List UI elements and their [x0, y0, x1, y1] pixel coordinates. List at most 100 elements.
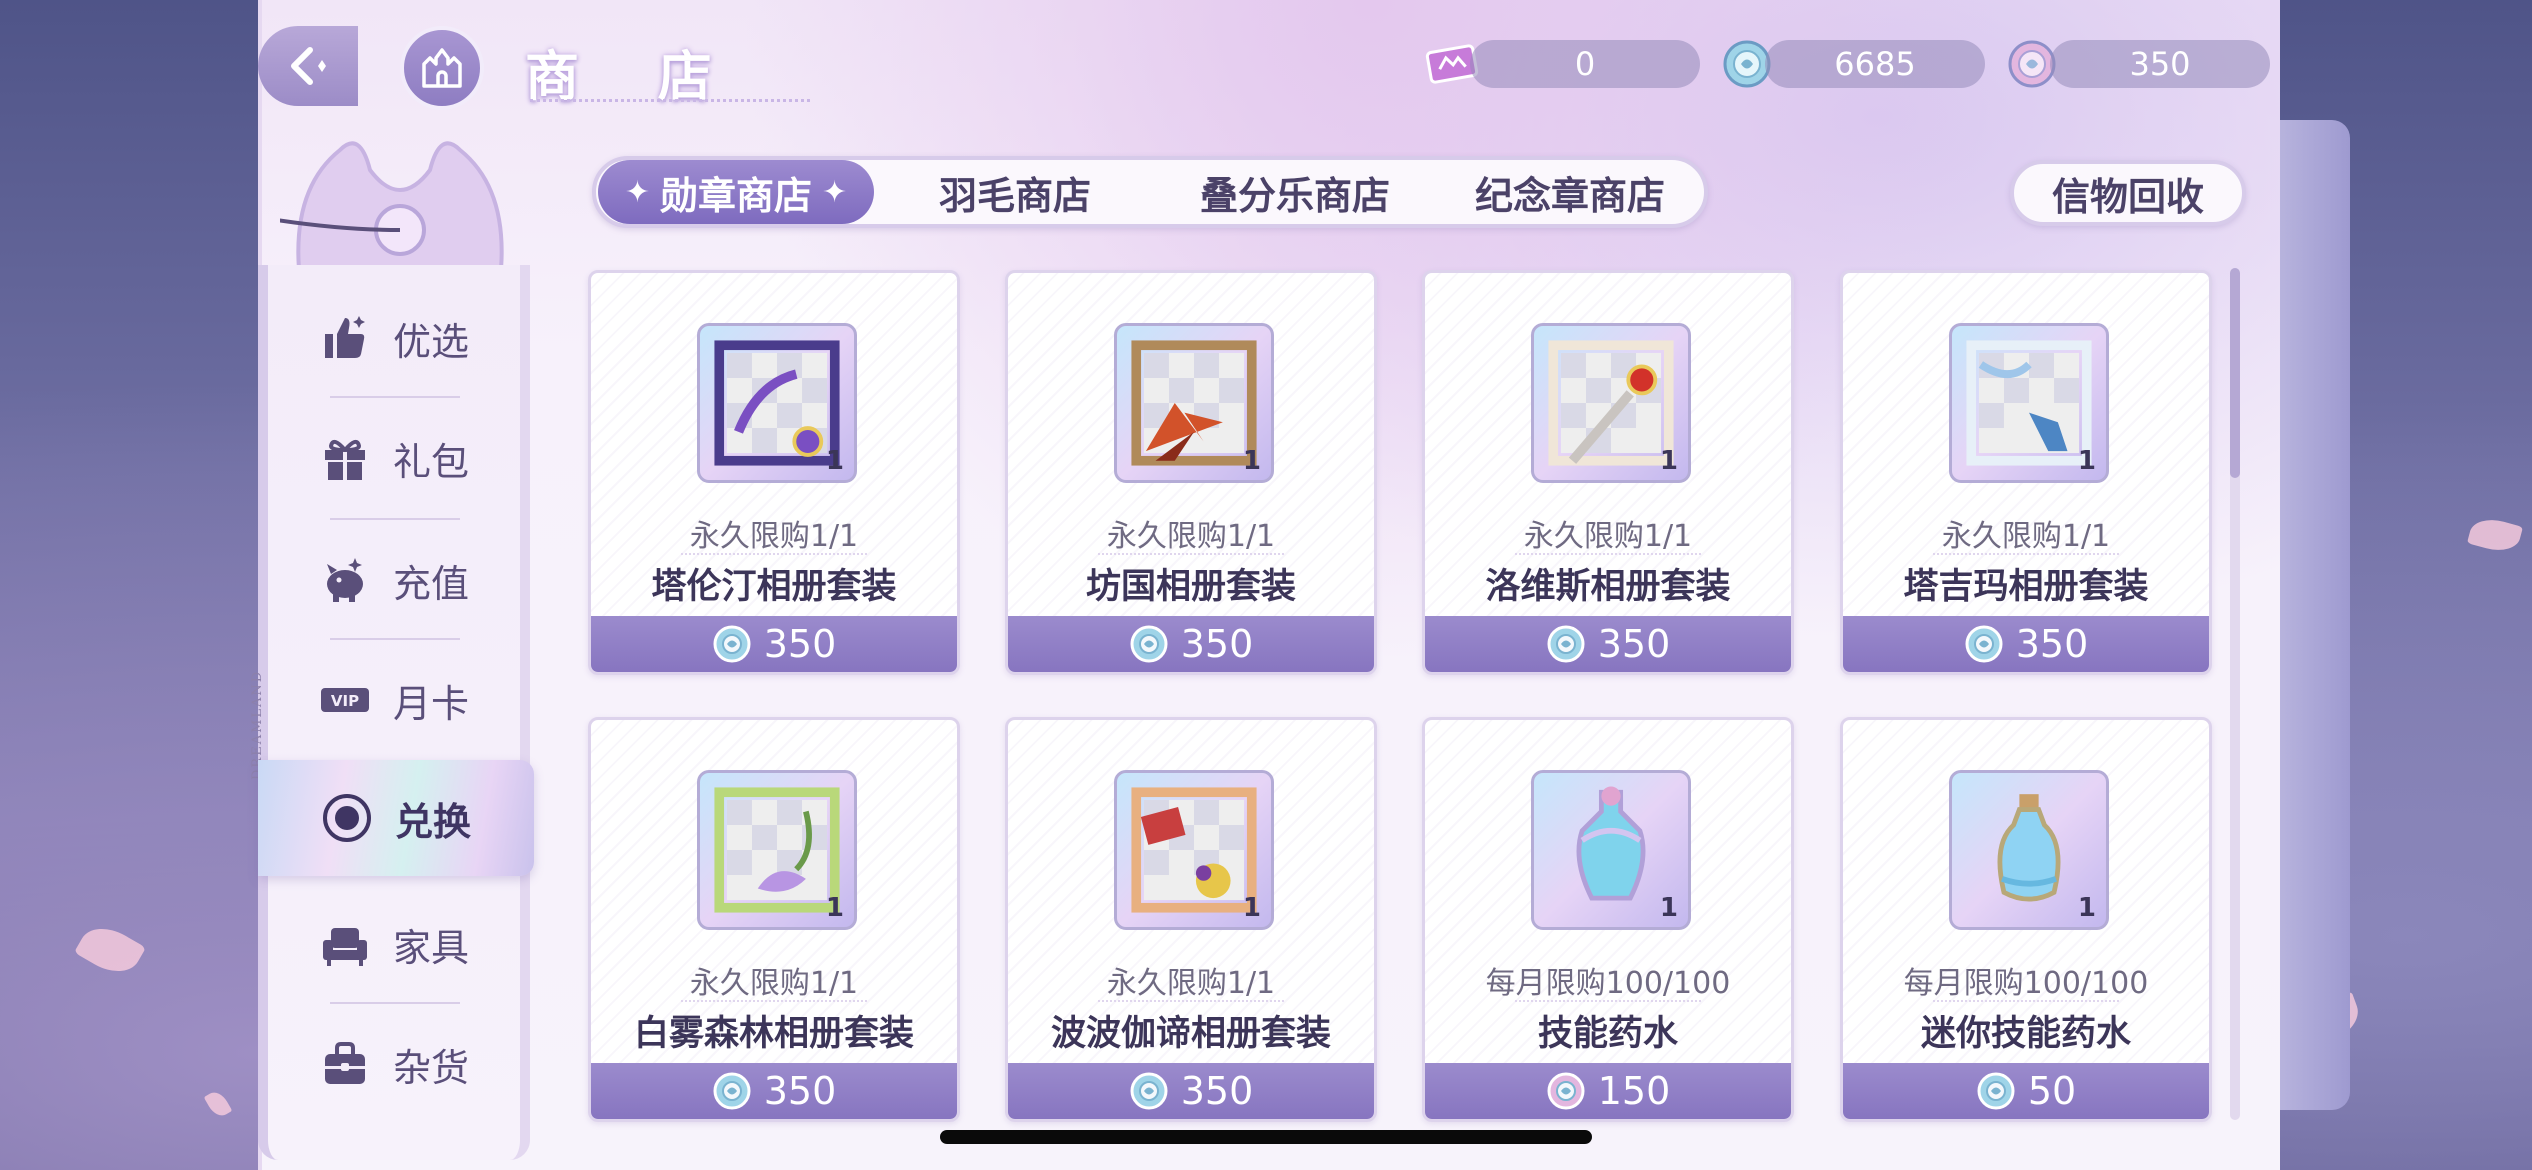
tab-medal-shop[interactable]: ✦ 勋章商店 ✦ [598, 160, 874, 224]
item-price: 350 [1597, 622, 1671, 666]
piggy-bank-icon [319, 554, 371, 606]
item-price: 50 [2027, 1069, 2077, 1113]
buy-button[interactable]: 350 [1843, 616, 2209, 672]
exchange-icon [321, 792, 373, 844]
sidebar-item-label: 礼包 [392, 439, 469, 484]
sidebar-item-featured[interactable]: 优选 [258, 278, 530, 398]
blue-gem-icon [713, 625, 751, 663]
item-quantity: 1 [1659, 446, 1678, 476]
token-recycle-button[interactable]: 信物回收 [2010, 160, 2246, 226]
sidebar-item-groceries[interactable]: 杂货 [258, 1004, 530, 1124]
item-quantity: 1 [825, 446, 844, 476]
item-thumbnail: 1 [697, 770, 857, 930]
item-price: 350 [1180, 1069, 1254, 1113]
shop-item-card[interactable]: 1 每月限购100/100 技能药水 150 [1422, 717, 1794, 1122]
sidebar-item-gift-packs[interactable]: 礼包 [258, 398, 530, 518]
purchase-limit: 每月限购100/100 [1903, 966, 2149, 1001]
sidebar-item-recharge[interactable]: 充值 [258, 520, 530, 640]
item-name: 技能药水 [1537, 1014, 1678, 1054]
shop-item-card[interactable]: 1 永久限购1/1 洛维斯相册套装 350 [1422, 270, 1794, 675]
shop-item-card[interactable]: 1 每月限购100/100 迷你技能药水 50 [1840, 717, 2212, 1122]
item-thumbnail: 1 [1531, 323, 1691, 483]
buy-button[interactable]: 350 [1008, 616, 1374, 672]
tab-label: 勋章商店 [659, 173, 812, 218]
item-price: 350 [763, 622, 837, 666]
purchase-limit: 永久限购1/1 [689, 519, 859, 554]
scrollbar-thumb[interactable] [2230, 268, 2240, 478]
shop-item-card[interactable]: 1 永久限购1/1 波波伽谛相册套装 350 [1005, 717, 1377, 1122]
buy-button[interactable]: 350 [591, 616, 957, 672]
shop-item-card[interactable]: 1 永久限购1/1 塔吉玛相册套装 350 [1840, 270, 2212, 675]
item-name: 洛维斯相册套装 [1485, 567, 1731, 607]
item-name: 塔伦汀相册套装 [651, 567, 897, 607]
home-indicator[interactable] [940, 1130, 1592, 1144]
item-thumbnail: 1 [1114, 770, 1274, 930]
tab-commemorative-shop[interactable]: 纪念章商店 [1445, 160, 1695, 224]
buy-button[interactable]: 350 [1425, 616, 1791, 672]
item-name: 塔吉玛相册套装 [1903, 567, 2149, 607]
ticket-balance: 0 [1470, 40, 1700, 88]
thumbs-up-icon [319, 312, 371, 364]
blue-gem-icon [1977, 1072, 2015, 1110]
divider [1933, 553, 2119, 555]
blue-gem-icon [1547, 625, 1585, 663]
shop-item-card[interactable]: 1 永久限购1/1 白雾森林相册套装 350 [588, 717, 960, 1122]
item-price: 350 [763, 1069, 837, 1113]
sidebar-item-label: 优选 [392, 319, 469, 364]
item-name: 坊国相册套装 [1085, 567, 1296, 607]
blue-gem-icon [1130, 625, 1168, 663]
buy-button[interactable]: 350 [1008, 1063, 1374, 1119]
sidebar-item-label: 家具 [392, 925, 469, 970]
item-quantity: 1 [1659, 893, 1678, 923]
shop-item-card[interactable]: 1 永久限购1/1 塔伦汀相册套装 350 [588, 270, 960, 675]
blue-gem-icon [713, 1072, 751, 1110]
buy-button[interactable]: 150 [1425, 1063, 1791, 1119]
divider [1098, 1000, 1284, 1002]
item-thumbnail: 1 [697, 323, 857, 483]
item-price: 150 [1597, 1069, 1671, 1113]
back-arrow-icon [291, 47, 326, 85]
sidebar-item-exchange[interactable]: 兑换 [258, 760, 534, 876]
buy-button[interactable]: 350 [591, 1063, 957, 1119]
blue-gem-icon [1130, 1072, 1168, 1110]
home-button[interactable] [400, 26, 484, 110]
sidebar-item-label: 杂货 [392, 1045, 469, 1090]
item-name: 迷你技能药水 [1920, 1014, 2131, 1054]
tab-score-shop[interactable]: 叠分乐商店 [1170, 160, 1420, 224]
gift-icon [319, 432, 371, 484]
back-button[interactable] [258, 26, 358, 106]
purchase-limit: 永久限购1/1 [1523, 519, 1693, 554]
buy-button[interactable]: 50 [1843, 1063, 2209, 1119]
tab-feather-shop[interactable]: 羽毛商店 [900, 160, 1130, 224]
purchase-limit: 永久限购1/1 [1106, 966, 1276, 1001]
pink-gem-icon [1547, 1072, 1585, 1110]
vip-icon: VIP [319, 674, 371, 726]
divider [1515, 553, 1701, 555]
item-quantity: 1 [1242, 893, 1261, 923]
shop-item-card[interactable]: 1 永久限购1/1 坊国相册套装 350 [1005, 270, 1377, 675]
sidebar-item-furniture[interactable]: 家具 [258, 884, 530, 1004]
item-quantity: 1 [1242, 446, 1261, 476]
sidebar-item-label: 充值 [392, 561, 469, 606]
item-name: 波波伽谛相册套装 [1050, 1014, 1331, 1054]
svg-text:VIP: VIP [331, 692, 359, 710]
sidebar-item-label: 兑换 [394, 799, 471, 844]
item-name: 白雾森林相册套装 [633, 1014, 914, 1054]
title-underline [530, 92, 810, 102]
sidebar-item-label: 月卡 [392, 681, 469, 726]
sparkle-icon: ✦ [624, 174, 650, 210]
item-quantity: 1 [2077, 893, 2096, 923]
sidebar-item-monthly-card[interactable]: VIP 月卡 [258, 640, 530, 760]
tab-label: 叠分乐商店 [1199, 173, 1390, 218]
divider [681, 553, 867, 555]
item-thumbnail: 1 [1531, 770, 1691, 930]
tab-label: 羽毛商店 [938, 173, 1091, 218]
item-thumbnail: 1 [1114, 323, 1274, 483]
item-quantity: 1 [825, 893, 844, 923]
purchase-limit: 永久限购1/1 [689, 966, 859, 1001]
purchase-limit: 每月限购100/100 [1485, 966, 1731, 1001]
divider [1515, 1000, 1701, 1002]
item-thumbnail: 1 [1949, 770, 2109, 930]
blue-gem-balance: 6685 [1765, 40, 1985, 88]
divider [681, 1000, 867, 1002]
